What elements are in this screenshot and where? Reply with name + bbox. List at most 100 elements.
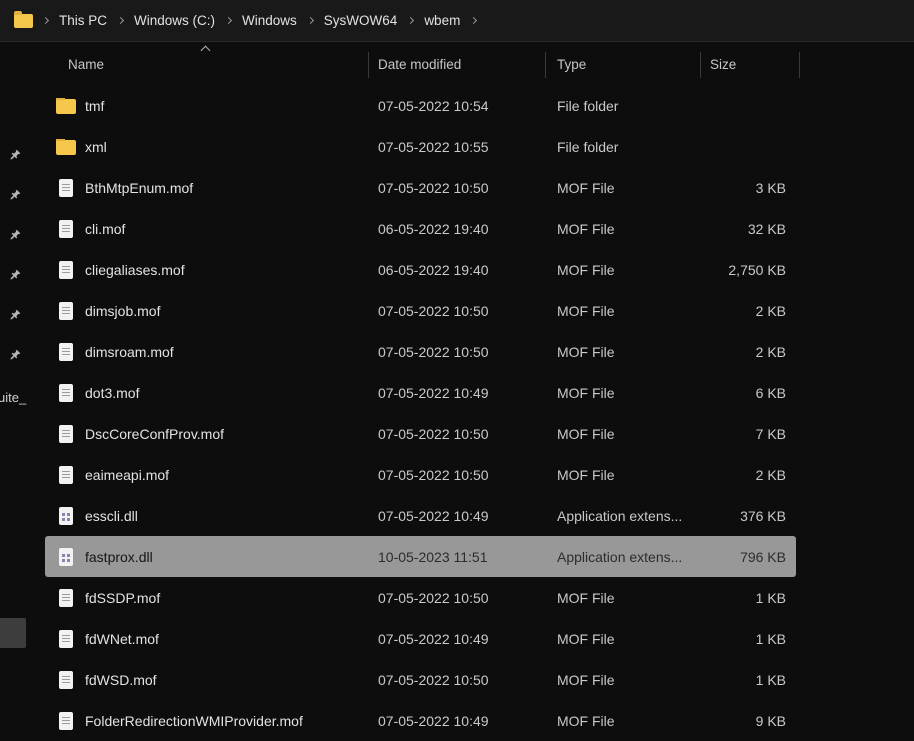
breadcrumb-bar: This PC Windows (C:) Windows SysWOW64 wb… (0, 0, 914, 42)
file-type-icon (59, 384, 73, 402)
chevron-right-icon (226, 18, 231, 23)
file-size: 1 KB (700, 631, 796, 647)
file-type-icon (59, 261, 73, 279)
column-header-date-modified[interactable]: Date modified (368, 57, 545, 72)
file-date-modified: 07-05-2022 10:50 (368, 426, 545, 442)
file-row[interactable]: cliegaliases.mof 06-05-2022 19:40 MOF Fi… (45, 249, 796, 290)
file-type-icon (59, 630, 73, 648)
breadcrumb-item[interactable]: Windows (239, 9, 300, 32)
file-name-cell: esscli.dll (45, 507, 368, 525)
file-type-icon (59, 179, 73, 197)
file-date-modified: 07-05-2022 10:49 (368, 713, 545, 729)
column-header-type[interactable]: Type (545, 57, 700, 72)
column-header-name[interactable]: Name (45, 57, 368, 72)
pin-icon[interactable] (8, 269, 21, 282)
file-list: tmf 07-05-2022 10:54 File folder xml 07-… (45, 85, 796, 741)
file-row[interactable]: dot3.mof 07-05-2022 10:49 MOF File 6 KB (45, 372, 796, 413)
left-rail: uite_ (0, 43, 44, 736)
breadcrumb-item[interactable]: SysWOW64 (321, 9, 401, 32)
file-name-cell: fdWNet.mof (45, 630, 368, 648)
file-row[interactable]: fdWSD.mof 07-05-2022 10:50 MOF File 1 KB (45, 659, 796, 700)
pin-icon[interactable] (8, 189, 21, 202)
file-type: MOF File (545, 590, 700, 606)
file-type: MOF File (545, 385, 700, 401)
file-row[interactable]: fdSSDP.mof 07-05-2022 10:50 MOF File 1 K… (45, 577, 796, 618)
column-resize-handle[interactable] (799, 52, 800, 78)
file-row[interactable]: fastprox.dll 10-05-2023 11:51 Applicatio… (45, 536, 796, 577)
column-header-size[interactable]: Size (700, 57, 796, 72)
pin-icon[interactable] (8, 349, 21, 362)
file-name: dimsjob.mof (85, 303, 160, 319)
file-size: 1 KB (700, 590, 796, 606)
file-type-icon (59, 712, 73, 730)
breadcrumb-item[interactable]: This PC (56, 9, 110, 32)
column-resize-handle[interactable] (368, 52, 369, 78)
nav-item-partial-label[interactable]: uite_ (0, 390, 26, 405)
file-browser: Name Date modified Type Size tmf 07-05-2… (45, 43, 914, 736)
file-name-cell: BthMtpEnum.mof (45, 179, 368, 197)
file-row[interactable]: BthMtpEnum.mof 07-05-2022 10:50 MOF File… (45, 167, 796, 208)
breadcrumb-item[interactable]: wbem (421, 9, 463, 32)
file-row[interactable]: eaimeapi.mof 07-05-2022 10:50 MOF File 2… (45, 454, 796, 495)
column-resize-handle[interactable] (545, 52, 546, 78)
file-name: BthMtpEnum.mof (85, 180, 193, 196)
file-name-cell: DscCoreConfProv.mof (45, 425, 368, 443)
file-date-modified: 07-05-2022 10:50 (368, 180, 545, 196)
file-size: 6 KB (700, 385, 796, 401)
file-date-modified: 07-05-2022 10:50 (368, 303, 545, 319)
file-name-cell: dimsjob.mof (45, 302, 368, 320)
file-row[interactable]: cli.mof 06-05-2022 19:40 MOF File 32 KB (45, 208, 796, 249)
file-name: fdWSD.mof (85, 672, 157, 688)
nav-item-partial-highlight[interactable] (0, 618, 26, 648)
file-type: MOF File (545, 713, 700, 729)
file-date-modified: 07-05-2022 10:49 (368, 631, 545, 647)
pin-icon[interactable] (8, 309, 21, 322)
file-name-cell: xml (45, 139, 368, 155)
file-name-cell: dot3.mof (45, 384, 368, 402)
file-date-modified: 06-05-2022 19:40 (368, 221, 545, 237)
column-header-row: Name Date modified Type Size (45, 43, 796, 85)
breadcrumb-folder-icon[interactable] (14, 14, 33, 28)
file-size: 2 KB (700, 303, 796, 319)
file-name: eaimeapi.mof (85, 467, 169, 483)
file-date-modified: 10-05-2023 11:51 (368, 549, 545, 565)
file-type-icon (59, 343, 73, 361)
file-size: 1 KB (700, 672, 796, 688)
file-size: 32 KB (700, 221, 796, 237)
file-type: MOF File (545, 672, 700, 688)
column-resize-handle[interactable] (700, 52, 701, 78)
file-size: 9 KB (700, 713, 796, 729)
file-row[interactable]: dimsjob.mof 07-05-2022 10:50 MOF File 2 … (45, 290, 796, 331)
file-type: Application extens... (545, 508, 700, 524)
file-name-cell: cliegaliases.mof (45, 261, 368, 279)
file-type: MOF File (545, 303, 700, 319)
file-type: MOF File (545, 180, 700, 196)
file-type: MOF File (545, 344, 700, 360)
file-size: 2,750 KB (700, 262, 796, 278)
file-row[interactable]: esscli.dll 07-05-2022 10:49 Application … (45, 495, 796, 536)
sort-ascending-icon (201, 45, 211, 55)
file-size: 796 KB (700, 549, 796, 565)
file-row[interactable]: FolderRedirectionWMIProvider.mof 07-05-2… (45, 700, 796, 741)
file-size: 2 KB (700, 467, 796, 483)
file-type: MOF File (545, 221, 700, 237)
file-row[interactable]: xml 07-05-2022 10:55 File folder (45, 126, 796, 167)
file-name-cell: FolderRedirectionWMIProvider.mof (45, 712, 368, 730)
file-name-cell: dimsroam.mof (45, 343, 368, 361)
file-type: MOF File (545, 467, 700, 483)
file-date-modified: 07-05-2022 10:50 (368, 590, 545, 606)
file-row[interactable]: fdWNet.mof 07-05-2022 10:49 MOF File 1 K… (45, 618, 796, 659)
file-row[interactable]: tmf 07-05-2022 10:54 File folder (45, 85, 796, 126)
chevron-right-icon (43, 18, 48, 23)
breadcrumb-item[interactable]: Windows (C:) (131, 9, 218, 32)
file-name: esscli.dll (85, 508, 138, 524)
file-row[interactable]: DscCoreConfProv.mof 07-05-2022 10:50 MOF… (45, 413, 796, 454)
pin-icon[interactable] (8, 229, 21, 242)
file-type: Application extens... (545, 549, 700, 565)
file-type-icon (59, 589, 73, 607)
file-date-modified: 07-05-2022 10:50 (368, 467, 545, 483)
pin-icon[interactable] (8, 149, 21, 162)
file-type: MOF File (545, 426, 700, 442)
file-type: MOF File (545, 262, 700, 278)
file-row[interactable]: dimsroam.mof 07-05-2022 10:50 MOF File 2… (45, 331, 796, 372)
